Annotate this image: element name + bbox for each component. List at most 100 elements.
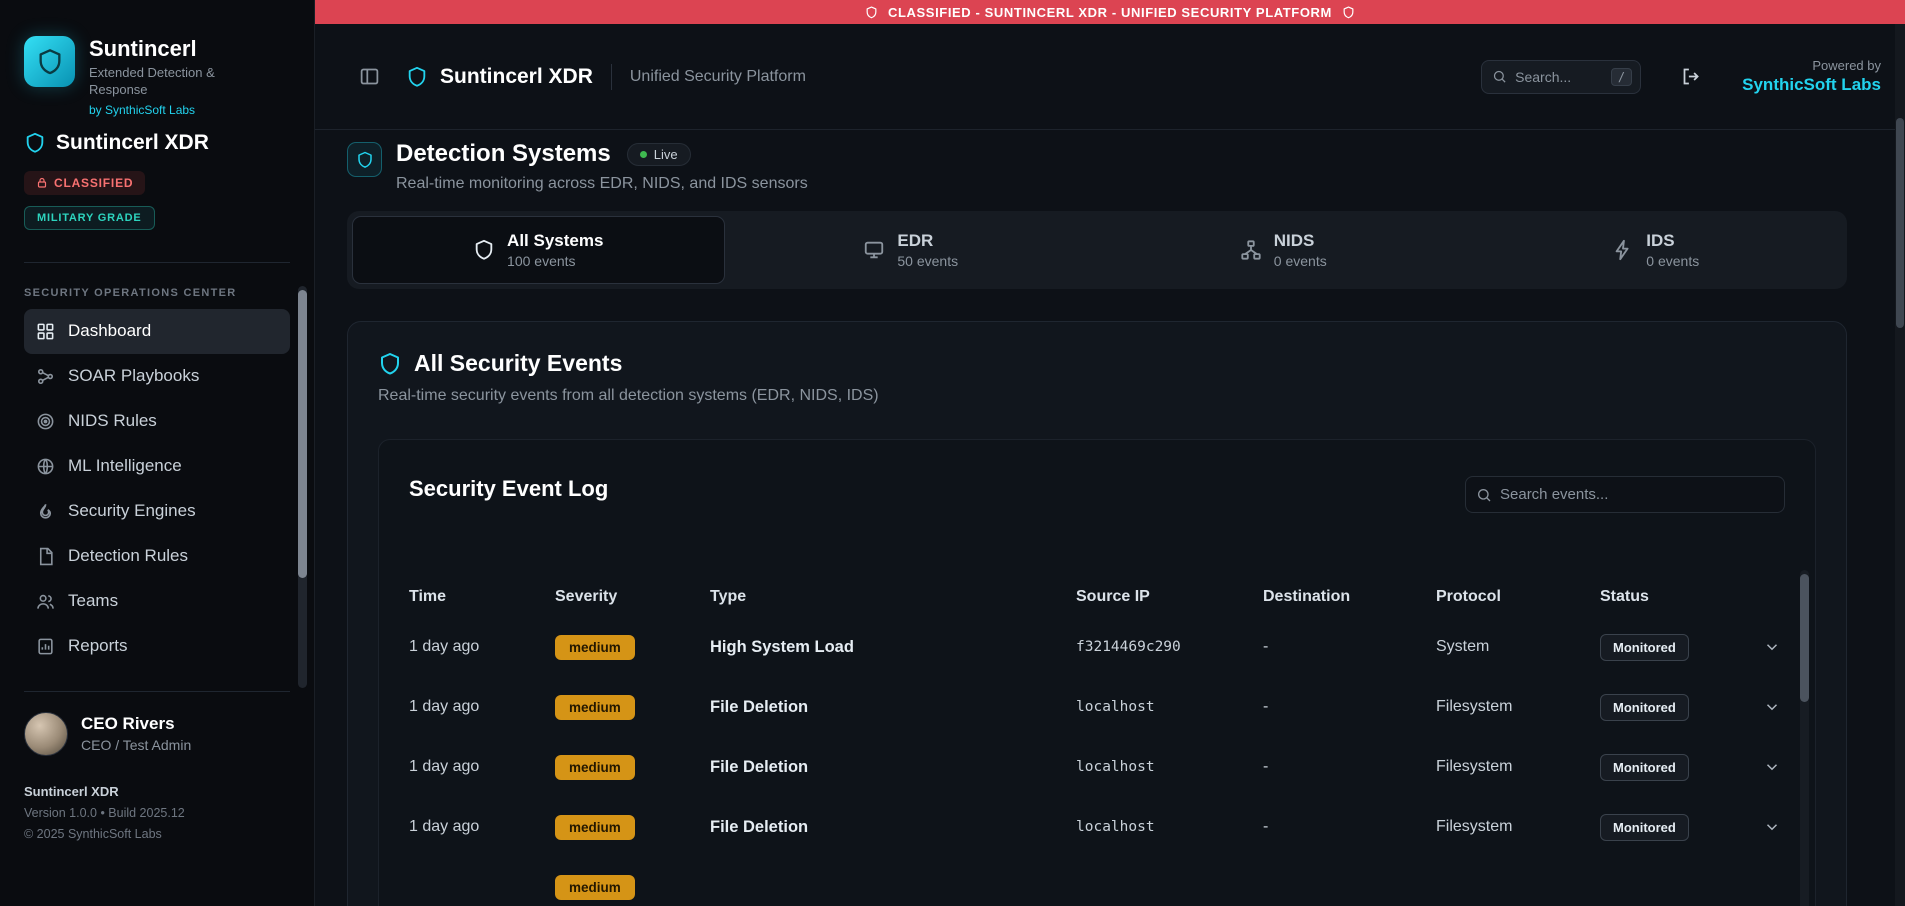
page-scrollbar-thumb[interactable] bbox=[1896, 118, 1904, 328]
sidebar-toggle-button[interactable] bbox=[355, 62, 384, 91]
table-row[interactable]: 1 day ago medium File Deletion localhost… bbox=[409, 797, 1785, 857]
shield-icon bbox=[473, 239, 495, 261]
sidebar-scrollbar[interactable] bbox=[298, 286, 307, 688]
user-profile[interactable]: CEO Rivers CEO / Test Admin bbox=[24, 691, 290, 756]
card-title: All Security Events bbox=[414, 350, 622, 377]
chevron-down-icon[interactable] bbox=[1763, 758, 1785, 776]
events-search[interactable] bbox=[1465, 476, 1785, 513]
page-header: Detection Systems Live Real-time monitor… bbox=[347, 140, 1847, 193]
network-icon bbox=[1240, 239, 1262, 261]
search-icon bbox=[1476, 487, 1492, 503]
classified-banner: CLASSIFIED - SUNTINCERL XDR - UNIFIED SE… bbox=[315, 0, 1905, 24]
column-header-time: Time bbox=[409, 588, 555, 606]
chevron-down-icon[interactable] bbox=[1763, 698, 1785, 716]
shield-icon bbox=[347, 142, 382, 177]
globe-icon bbox=[36, 457, 55, 476]
table-scrollbar-thumb[interactable] bbox=[1800, 574, 1809, 702]
column-header-source-ip: Source IP bbox=[1076, 588, 1263, 606]
chevron-down-icon[interactable] bbox=[1763, 638, 1785, 656]
monitor-icon bbox=[863, 239, 885, 261]
top-bar: Suntincerl XDR Unified Security Platform… bbox=[315, 24, 1905, 130]
tab-nids[interactable]: NIDS 0 events bbox=[1097, 216, 1470, 284]
brand-title: Suntincerl XDR bbox=[440, 65, 593, 89]
workflow-icon bbox=[36, 367, 55, 386]
sidebar-item-ml-intelligence[interactable]: ML Intelligence bbox=[24, 444, 290, 489]
logo-subtitle: Extended Detection & Response bbox=[89, 65, 254, 98]
sidebar-item-detection-rules[interactable]: Detection Rules bbox=[24, 534, 290, 579]
column-header-severity: Severity bbox=[555, 588, 710, 606]
shield-icon bbox=[24, 132, 46, 154]
table-scrollbar[interactable] bbox=[1800, 570, 1809, 906]
status-badge: Monitored bbox=[1600, 694, 1689, 721]
severity-badge: medium bbox=[555, 635, 635, 660]
sidebar-item-reports[interactable]: Reports bbox=[24, 624, 290, 669]
card-subtitle: Real-time security events from all detec… bbox=[378, 387, 1816, 405]
events-search-input[interactable] bbox=[1500, 486, 1776, 503]
sidebar: Suntincerl Extended Detection & Response… bbox=[0, 0, 315, 906]
global-search[interactable]: / bbox=[1481, 60, 1641, 94]
sidebar-item-security-engines[interactable]: Security Engines bbox=[24, 489, 290, 534]
logo-title: Suntincerl bbox=[89, 36, 254, 61]
shield-icon bbox=[1342, 6, 1355, 19]
sidebar-divider bbox=[24, 262, 290, 263]
tab-all-systems[interactable]: All Systems 100 events bbox=[352, 216, 725, 284]
report-icon bbox=[36, 637, 55, 656]
shield-icon bbox=[378, 352, 402, 376]
powered-by-block: Powered by SynthicSoft Labs bbox=[1742, 58, 1881, 95]
logo-byline: by SynthicSoft Labs bbox=[89, 103, 254, 117]
app-logo bbox=[24, 36, 75, 87]
status-badge: Monitored bbox=[1600, 634, 1689, 661]
avatar bbox=[24, 712, 68, 756]
search-icon bbox=[1492, 69, 1507, 84]
severity-badge: medium bbox=[555, 695, 635, 720]
page-content: Detection Systems Live Real-time monitor… bbox=[315, 130, 1905, 906]
sidebar-item-teams[interactable]: Teams bbox=[24, 579, 290, 624]
live-dot bbox=[640, 151, 647, 158]
table-row-partial[interactable]: medium bbox=[409, 857, 1785, 906]
shield-icon bbox=[406, 66, 428, 88]
chevron-down-icon[interactable] bbox=[1763, 818, 1785, 836]
search-input[interactable] bbox=[1515, 69, 1603, 85]
status-badge: Monitored bbox=[1600, 814, 1689, 841]
table-row[interactable]: 1 day ago medium File Deletion localhost… bbox=[409, 737, 1785, 797]
grid-icon bbox=[36, 322, 55, 341]
sidebar-item-dashboard[interactable]: Dashboard bbox=[24, 309, 290, 354]
page-scrollbar[interactable] bbox=[1895, 24, 1905, 906]
powered-brand-link[interactable]: SynthicSoft Labs bbox=[1742, 75, 1881, 95]
sidebar-section-label: SECURITY OPERATIONS CENTER bbox=[24, 287, 290, 299]
page-title: Detection Systems bbox=[396, 140, 611, 168]
user-name: CEO Rivers bbox=[81, 714, 191, 734]
lightning-icon bbox=[1612, 239, 1634, 261]
security-events-card: All Security Events Real-time security e… bbox=[347, 321, 1847, 906]
event-log-title: Security Event Log bbox=[409, 476, 608, 502]
file-icon bbox=[36, 547, 55, 566]
event-log-panel: Security Event Log Time Severity Type So… bbox=[378, 439, 1816, 906]
status-badge: Monitored bbox=[1600, 754, 1689, 781]
user-role: CEO / Test Admin bbox=[81, 737, 191, 753]
severity-badge: medium bbox=[555, 875, 635, 900]
table-row[interactable]: 1 day ago medium File Deletion localhost… bbox=[409, 677, 1785, 737]
column-header-type: Type bbox=[710, 588, 1076, 606]
lock-icon bbox=[36, 177, 48, 189]
table-header: Time Severity Type Source IP Destination… bbox=[409, 577, 1785, 617]
brand-tagline: Unified Security Platform bbox=[630, 68, 806, 86]
severity-badge: medium bbox=[555, 755, 635, 780]
users-icon bbox=[36, 592, 55, 611]
table-row[interactable]: 1 day ago medium High System Load f32144… bbox=[409, 617, 1785, 677]
sidebar-item-nids-rules[interactable]: NIDS Rules bbox=[24, 399, 290, 444]
search-shortcut-key: / bbox=[1611, 68, 1632, 86]
logout-button[interactable] bbox=[1677, 62, 1706, 91]
column-header-protocol: Protocol bbox=[1436, 588, 1600, 606]
tab-edr[interactable]: EDR 50 events bbox=[725, 216, 1098, 284]
panel-left-icon bbox=[359, 66, 380, 87]
page-subtitle: Real-time monitoring across EDR, NIDS, a… bbox=[396, 175, 808, 193]
sidebar-scrollbar-thumb[interactable] bbox=[298, 290, 307, 578]
flame-icon bbox=[36, 502, 55, 521]
sidebar-item-soar-playbooks[interactable]: SOAR Playbooks bbox=[24, 354, 290, 399]
product-name: Suntincerl XDR bbox=[24, 131, 290, 155]
app-logo-block: Suntincerl Extended Detection & Response… bbox=[24, 36, 290, 117]
shield-icon bbox=[36, 48, 64, 76]
shield-icon bbox=[865, 6, 878, 19]
column-header-status: Status bbox=[1600, 588, 1756, 606]
tab-ids[interactable]: IDS 0 events bbox=[1470, 216, 1843, 284]
